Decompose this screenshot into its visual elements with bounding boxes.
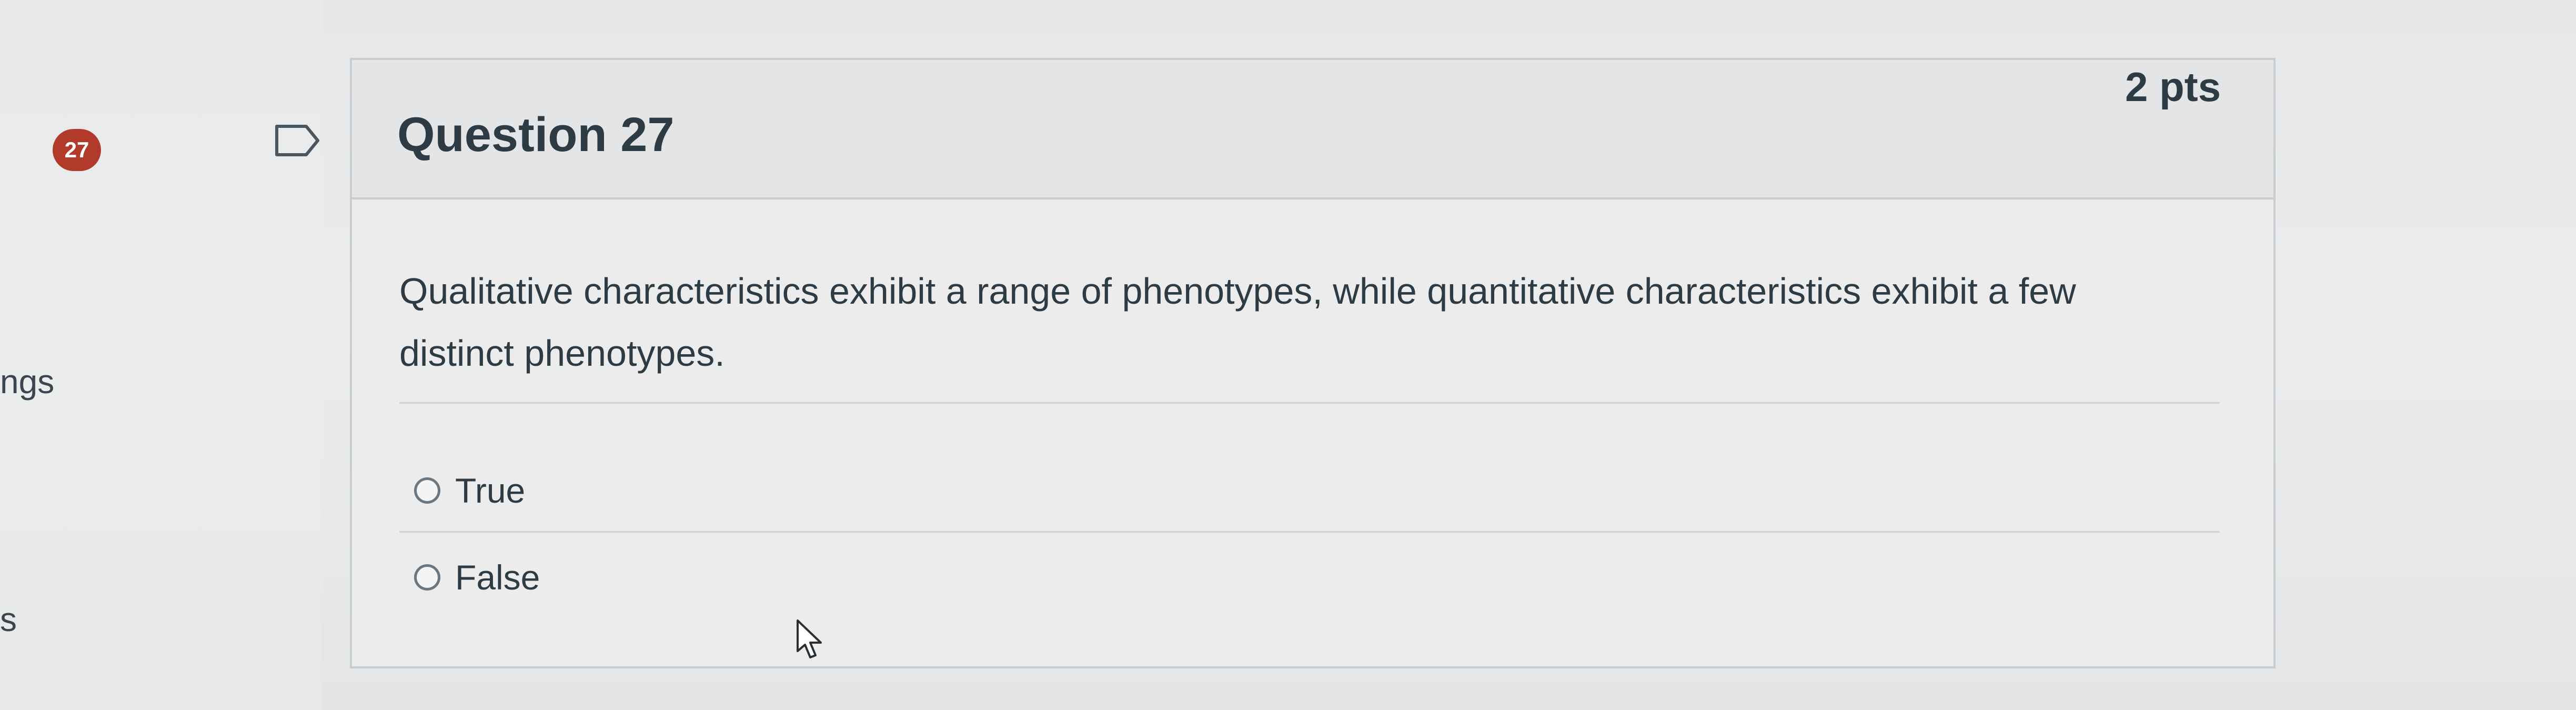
question-card: Question 27 2 pts Qualitative characteri… — [350, 58, 2276, 668]
radio-false[interactable] — [414, 564, 440, 591]
answer-label-true[interactable]: True — [455, 471, 525, 511]
answer-divider — [399, 402, 2220, 404]
sidebar-partial-label-2[interactable]: s — [0, 600, 17, 639]
question-header: Question 27 2 pts — [352, 60, 2273, 199]
question-navigation-sidebar: 27 ngs s — [0, 0, 321, 710]
quiz-page: 27 ngs s Question 27 2 pts Qualitative c… — [0, 0, 2576, 710]
flag-outline-icon[interactable] — [274, 122, 321, 159]
mouse-pointer-icon — [797, 619, 822, 658]
answer-option-false[interactable]: False — [414, 557, 540, 597]
question-title: Question 27 — [397, 108, 675, 162]
question-number-badge[interactable]: 27 — [53, 129, 101, 171]
question-text: Qualitative characteristics exhibit a ra… — [399, 271, 2076, 374]
answer-divider — [399, 531, 2220, 533]
radio-true[interactable] — [414, 477, 440, 504]
sidebar-partial-label[interactable]: ngs — [0, 362, 54, 401]
answer-label-false[interactable]: False — [455, 557, 540, 597]
question-points: 2 pts — [2125, 64, 2221, 110]
answer-option-true[interactable]: True — [414, 471, 525, 511]
